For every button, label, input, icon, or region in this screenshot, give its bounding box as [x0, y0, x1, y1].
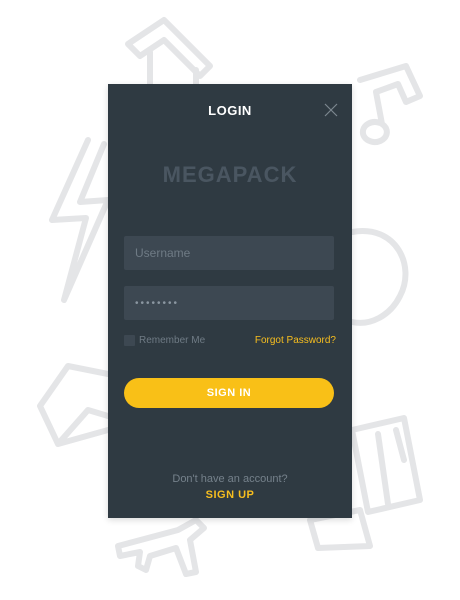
- film-strip-icon: [349, 415, 423, 515]
- login-modal: LOGIN MEGAPACK Remember Me Forgot Passwo…: [108, 84, 352, 518]
- close-icon[interactable]: [324, 103, 338, 117]
- password-input[interactable]: [124, 286, 334, 320]
- airplane-icon: [115, 517, 207, 577]
- remember-me-label: Remember Me: [139, 335, 206, 346]
- music-note-icon: [357, 63, 423, 146]
- book-icon: [37, 363, 111, 447]
- lightning-icon: [49, 137, 111, 303]
- house-icon: [125, 17, 213, 87]
- no-account-prompt: Don't have an account?: [172, 473, 288, 485]
- username-input[interactable]: [124, 236, 334, 270]
- sign-in-button[interactable]: SIGN IN: [124, 378, 334, 408]
- brand-logo-text: MEGAPACK: [162, 162, 298, 187]
- remember-me-checkbox[interactable]: [124, 335, 135, 346]
- sign-up-link[interactable]: SIGN UP: [108, 489, 352, 501]
- forgot-password-link[interactable]: Forgot Password?: [255, 335, 336, 346]
- remember-me-toggle[interactable]: Remember Me: [124, 335, 205, 346]
- modal-title: LOGIN: [208, 103, 252, 118]
- circle-shape-icon: [349, 228, 409, 326]
